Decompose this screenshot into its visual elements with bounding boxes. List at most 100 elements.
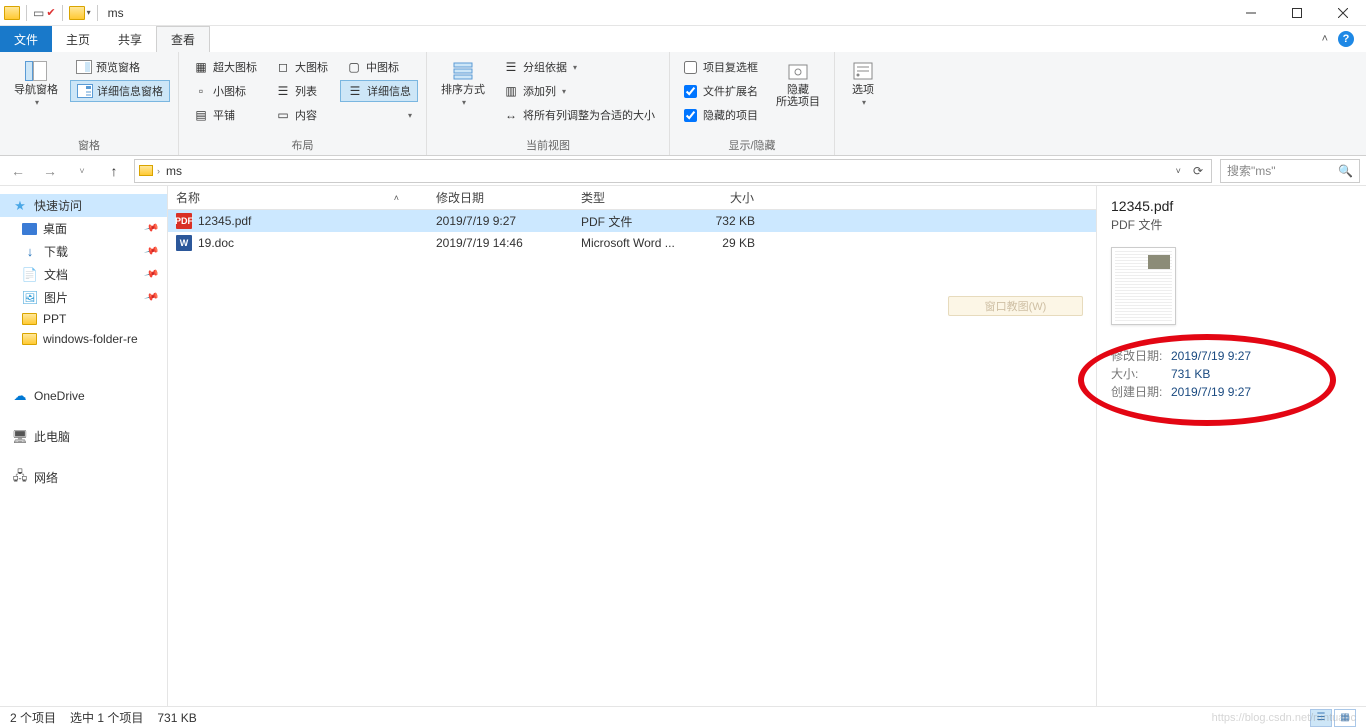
view-lg-icons[interactable]: ◻大图标 [269,56,334,78]
up-button[interactable]: ↑ [102,159,126,183]
tab-view[interactable]: 查看 [156,26,210,52]
main-area: ★快速访问 桌面📌 ↓下载📌 📄文档📌 🖼图片📌 PPT windows-fol… [0,186,1366,706]
group-label: 布局 [187,135,418,153]
sidebar-item-quick-access[interactable]: ★快速访问 [0,194,167,217]
chevron-right-icon: › [157,166,160,176]
ribbon-group-showhide: 项目复选框 文件扩展名 隐藏的项目 隐藏 所选项目 显示/隐藏 [670,52,835,155]
sidebar-item-onedrive[interactable]: ☁OneDrive [0,385,167,407]
hide-selected-button[interactable]: 隐藏 所选项目 [770,56,826,112]
table-row[interactable]: W19.doc2019/7/19 14:46Microsoft Word ...… [168,232,1096,254]
crumb-folder[interactable]: ms [164,164,184,178]
sm-icon: ▫ [193,83,209,99]
col-size[interactable]: 大小 [688,189,763,206]
navigation-pane-button[interactable]: 导航窗格 ▾ [8,56,64,111]
details-icon: ☰ [347,83,363,99]
chevron-down-icon: ▾ [862,98,866,107]
sidebar-item-ppt[interactable]: PPT [0,309,167,329]
hidden-items-toggle[interactable]: 隐藏的项目 [678,104,764,126]
property-value: 2019/7/19 9:27 [1171,347,1251,365]
file-name: 19.doc [198,236,234,250]
sidebar-item-desktop[interactable]: 桌面📌 [0,217,167,240]
property-row: 大小:731 KB [1111,365,1352,383]
cloud-icon: ☁ [12,388,28,404]
preview-pane-button[interactable]: 预览窗格 [70,56,170,78]
tab-share[interactable]: 共享 [104,26,156,52]
sort-asc-icon: ˄ [394,193,399,203]
help-icon[interactable]: ? [1338,31,1354,47]
preview-icon [76,59,92,75]
view-xl-icons[interactable]: ▦超大图标 [187,56,263,78]
breadcrumb[interactable]: › ms ˅ ⟳ [134,159,1212,183]
sidebar-item-pictures[interactable]: 🖼图片📌 [0,286,167,309]
view-md-icons[interactable]: ▢中图标 [340,56,418,78]
group-label [843,139,883,153]
folder-icon [22,313,37,325]
separator [97,5,98,21]
back-button[interactable]: ← [6,159,30,183]
options-button[interactable]: 选项 ▾ [843,56,883,111]
add-columns-button[interactable]: ▥添加列▾ [497,80,661,102]
recent-dropdown[interactable]: ˅ [70,159,94,183]
view-list[interactable]: ☰列表 [269,80,334,102]
col-type[interactable]: 类型 [573,189,688,206]
col-date[interactable]: 修改日期 [428,189,573,206]
column-headers: 名称˄ 修改日期 类型 大小 [168,186,1096,210]
preview-pane-label: 预览窗格 [96,59,140,75]
details-title: 12345.pdf [1111,198,1352,214]
search-input[interactable]: 搜索"ms" 🔍 [1220,159,1360,183]
ribbon-group-panes: 导航窗格 ▾ 预览窗格 详细信息窗格 窗格 [0,52,179,155]
status-size: 731 KB [157,711,196,725]
sidebar-item-network[interactable]: 🖧网络 [0,466,167,489]
minimize-button[interactable] [1228,0,1274,26]
property-value: 731 KB [1171,365,1210,383]
sidebar-item-thispc[interactable]: 🖥此电脑 [0,425,167,448]
list-icon: ☰ [275,83,291,99]
file-size: 29 KB [688,236,763,250]
qat-dropdown-icon[interactable]: ▾ [87,8,91,17]
md-icon: ▢ [346,59,362,75]
view-tiles[interactable]: ▤平铺 [187,104,263,126]
star-icon: ★ [12,198,28,214]
nav-pane-label: 导航窗格 [14,84,58,96]
tab-home[interactable]: 主页 [52,26,104,52]
hide-icon [786,60,810,82]
item-checkboxes-toggle[interactable]: 项目复选框 [678,56,764,78]
fit-icon: ↔ [503,107,519,123]
ribbon: 导航窗格 ▾ 预览窗格 详细信息窗格 窗格 ▦超大图标 ▫小图标 ▤平铺 ◻大图… [0,52,1366,156]
forward-button[interactable]: → [38,159,62,183]
refresh-button[interactable]: ⟳ [1189,164,1207,178]
group-by-button[interactable]: ☰分组依据▾ [497,56,661,78]
file-ext-toggle[interactable]: 文件扩展名 [678,80,764,102]
pin-icon: 📌 [143,267,159,283]
details-pane-label: 详细信息窗格 [97,83,163,99]
tab-file[interactable]: 文件 [0,26,52,52]
table-row[interactable]: PDF12345.pdf2019/7/19 9:27PDF 文件732 KB [168,210,1096,232]
qat-props-icon[interactable]: ▭ [33,6,44,20]
sidebar-item-downloads[interactable]: ↓下载📌 [0,240,167,263]
quick-access-toolbar: ▭ ✔ ▾ ms [0,5,128,21]
content-icon: ▭ [275,107,291,123]
maximize-button[interactable] [1274,0,1320,26]
view-sm-icons[interactable]: ▫小图标 [187,80,263,102]
pin-icon: 📌 [143,290,159,306]
view-details[interactable]: ☰详细信息 [340,80,418,102]
qat-check-icon[interactable]: ✔ [46,6,55,19]
details-pane-button[interactable]: 详细信息窗格 [70,80,170,102]
sidebar-item-documents[interactable]: 📄文档📌 [0,263,167,286]
separator [62,5,63,21]
details-properties: 修改日期:2019/7/19 9:27大小:731 KB创建日期:2019/7/… [1111,347,1352,401]
sort-button[interactable]: 排序方式 ▾ [435,56,491,111]
sort-label: 排序方式 [441,84,485,96]
separator [26,5,27,21]
sidebar-item-wfr[interactable]: windows-folder-re [0,329,167,349]
view-content[interactable]: ▭内容 [269,104,334,126]
fit-columns-button[interactable]: ↔将所有列调整为合适的大小 [497,104,661,126]
download-icon: ↓ [22,244,38,260]
close-button[interactable] [1320,0,1366,26]
address-dropdown-icon[interactable]: ˅ [1172,166,1185,176]
layout-more[interactable]: ▾ [340,104,418,126]
col-name[interactable]: 名称˄ [168,189,428,206]
group-label: 显示/隐藏 [678,135,826,153]
collapse-ribbon-icon[interactable]: ˄ [1322,33,1328,45]
property-row: 修改日期:2019/7/19 9:27 [1111,347,1352,365]
